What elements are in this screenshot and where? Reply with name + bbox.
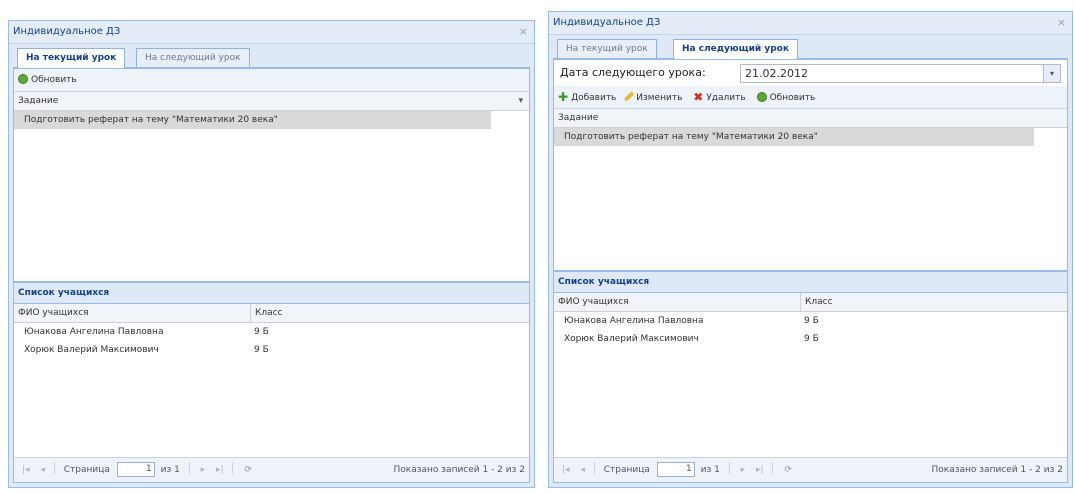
records-info: Показано записей 1 - 2 из 2 (931, 465, 1063, 475)
refresh-icon (18, 74, 28, 84)
refresh-label: Обновить (769, 93, 816, 103)
name-column-header[interactable]: ФИО учащихся (18, 308, 89, 318)
page-label: Страница (63, 465, 110, 475)
class-column-header[interactable]: Класс (800, 293, 1055, 311)
close-icon[interactable]: × (1057, 12, 1066, 34)
page-label: Страница (603, 465, 650, 475)
tasks-grid-header[interactable]: Задание ▾ (14, 92, 529, 111)
add-button[interactable]: ✚ Добавить (558, 86, 616, 109)
students-section-title: Список учащихся (14, 283, 529, 304)
tasks-panel: Дата следующего урока: 21.02.2012 ▾ ✚ Доб… (553, 59, 1068, 271)
delete-icon: ✖ (693, 90, 704, 104)
task-row[interactable]: Подготовить реферат на тему "Математики … (14, 111, 491, 129)
pagination-toolbar: |◂ ◂ Страница 1 из 1 ▸ ▸| ⟳ Показано зап… (14, 457, 529, 482)
window-titlebar[interactable]: Индивидуальное ДЗ × (9, 21, 534, 44)
window-title: Индивидуальное ДЗ (553, 17, 661, 28)
tab-strip: На текущий урок На следующий урок (553, 36, 1068, 59)
tab-next-lesson[interactable]: На следующий урок (136, 48, 250, 67)
students-grid-header: ФИО учащихся Класс (14, 304, 529, 323)
next-page-icon[interactable]: ▸ (741, 458, 746, 482)
tab-current-lesson[interactable]: На текущий урок (17, 48, 126, 68)
student-row[interactable]: Хорюк Валерий Максимович 9 Б (14, 341, 529, 359)
page-number-input[interactable]: 1 (656, 462, 695, 477)
last-page-icon[interactable]: ▸| (216, 458, 224, 482)
prev-page-icon[interactable]: ◂ (580, 458, 585, 482)
tasks-panel: Обновить Задание ▾ Подготовить реферат н… (13, 68, 530, 282)
student-name: Хорюк Валерий Максимович (564, 334, 699, 344)
separator (728, 462, 730, 474)
edit-label: Изменить (636, 93, 683, 103)
student-name: Юнакова Ангелина Павловна (24, 327, 164, 337)
homework-window-left: Индивидуальное ДЗ × На текущий урок На с… (8, 20, 535, 488)
date-field[interactable]: 21.02.2012 ▾ (740, 64, 1061, 83)
window-titlebar[interactable]: Индивидуальное ДЗ × (549, 12, 1072, 35)
homework-window-right: Индивидуальное ДЗ × На текущий урок На с… (548, 11, 1073, 488)
separator (772, 462, 774, 474)
task-text: Подготовить реферат на тему "Математики … (24, 115, 278, 125)
plus-icon: ✚ (558, 90, 569, 104)
tasks-toolbar: Обновить (14, 69, 529, 92)
tab-strip: На текущий урок На следующий урок (13, 45, 530, 68)
refresh-label: Обновить (31, 75, 77, 85)
name-column-header[interactable]: ФИО учащихся (558, 297, 629, 307)
add-label: Добавить (571, 93, 617, 103)
task-text: Подготовить реферат на тему "Математики … (564, 132, 818, 142)
page-number-input[interactable]: 1 (116, 462, 155, 477)
student-class: 9 Б (254, 327, 269, 337)
page-total: из 1 (160, 465, 180, 475)
edit-button[interactable]: Изменить (623, 87, 683, 109)
records-info: Показано записей 1 - 2 из 2 (393, 465, 525, 475)
date-label: Дата следующего урока: (560, 66, 706, 79)
date-picker-icon[interactable]: ▾ (1043, 65, 1060, 82)
separator (188, 462, 190, 474)
window-title: Индивидуальное ДЗ (13, 26, 121, 37)
delete-button[interactable]: ✖ Удалить (693, 86, 745, 109)
student-class: 9 Б (804, 316, 819, 326)
delete-label: Удалить (706, 93, 746, 103)
separator (53, 462, 55, 474)
refresh-icon (756, 92, 767, 102)
student-row[interactable]: Хорюк Валерий Максимович 9 Б (554, 330, 1067, 348)
student-name: Хорюк Валерий Максимович (24, 345, 159, 355)
students-section-title: Список учащихся (554, 272, 1067, 293)
task-column-header: Задание (558, 113, 599, 123)
next-lesson-date-row: Дата следующего урока: 21.02.2012 ▾ (554, 60, 1067, 86)
refresh-button[interactable]: Обновить (756, 87, 816, 109)
student-row[interactable]: Юнакова Ангелина Павловна 9 Б (14, 323, 529, 341)
task-row[interactable]: Подготовить реферат на тему "Математики … (554, 128, 1034, 146)
separator (593, 462, 595, 474)
pagination-toolbar: |◂ ◂ Страница 1 из 1 ▸ ▸| ⟳ Показано зап… (554, 457, 1067, 482)
student-row[interactable]: Юнакова Ангелина Павловна 9 Б (554, 312, 1067, 330)
tasks-toolbar: ✚ Добавить Изменить ✖ Удалить Обновить (554, 86, 1067, 109)
close-icon[interactable]: × (519, 21, 528, 43)
students-grid-header: ФИО учащихся Класс (554, 293, 1067, 312)
student-name: Юнакова Ангелина Павловна (564, 316, 704, 326)
task-column-header: Задание (18, 96, 59, 106)
tasks-grid-header[interactable]: Задание (554, 109, 1067, 128)
tab-next-lesson[interactable]: На следующий урок (673, 39, 798, 59)
student-class: 9 Б (254, 345, 269, 355)
reload-icon[interactable]: ⟳ (784, 458, 792, 482)
pencil-icon (623, 91, 635, 102)
class-column-header[interactable]: Класс (250, 304, 493, 322)
reload-icon[interactable]: ⟳ (244, 458, 252, 482)
last-page-icon[interactable]: ▸| (756, 458, 764, 482)
next-page-icon[interactable]: ▸ (201, 458, 206, 482)
prev-page-icon[interactable]: ◂ (40, 458, 45, 482)
students-panel: Список учащихся ФИО учащихся Класс Юнако… (13, 282, 530, 483)
date-value: 21.02.2012 (745, 67, 808, 80)
tab-current-lesson[interactable]: На текущий урок (557, 39, 657, 58)
students-panel: Список учащихся ФИО учащихся Класс Юнако… (553, 271, 1068, 483)
page-total: из 1 (700, 465, 720, 475)
student-class: 9 Б (804, 334, 819, 344)
column-menu-icon[interactable]: ▾ (518, 92, 523, 110)
first-page-icon[interactable]: |◂ (562, 458, 570, 482)
refresh-button[interactable]: Обновить (18, 69, 77, 91)
separator (232, 462, 234, 474)
first-page-icon[interactable]: |◂ (22, 458, 30, 482)
